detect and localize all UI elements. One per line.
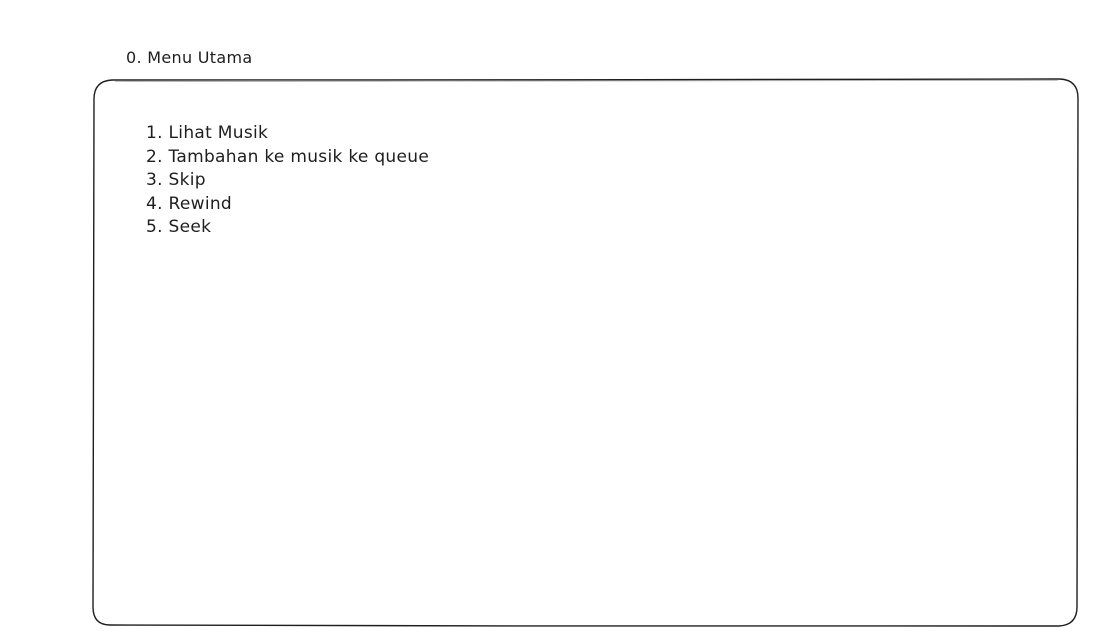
page-title: 0. Menu Utama [126, 48, 253, 67]
menu-frame [92, 78, 1079, 627]
menu-item-seek[interactable]: 5. Seek [146, 216, 429, 240]
menu-item-lihat-musik[interactable]: 1. Lihat Musik [146, 122, 429, 146]
menu-item-tambah-queue[interactable]: 2. Tambahan ke musik ke queue [146, 146, 429, 170]
menu-item-rewind[interactable]: 4. Rewind [146, 193, 429, 217]
menu-item-skip[interactable]: 3. Skip [146, 169, 429, 193]
menu-list: 1. Lihat Musik 2. Tambahan ke musik ke q… [146, 122, 429, 240]
